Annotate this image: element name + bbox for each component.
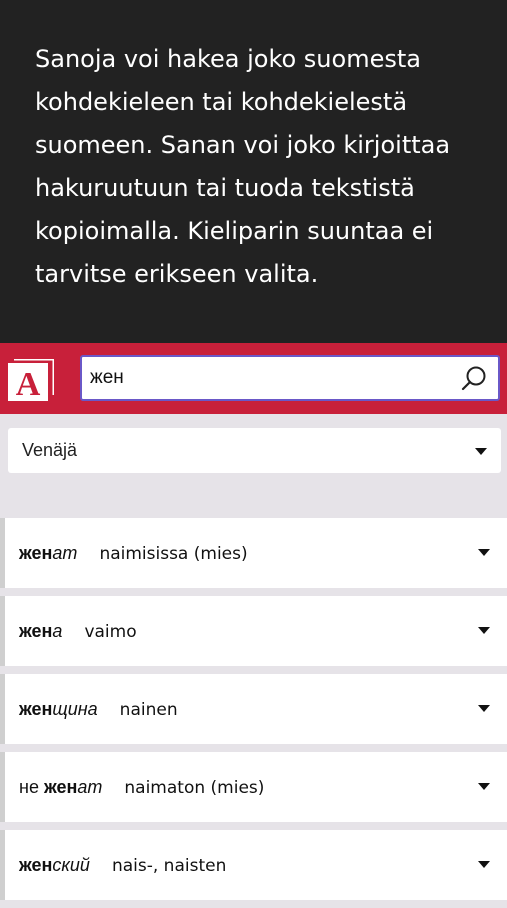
result-translation: naimisissa (mies) (99, 544, 248, 564)
chevron-down-icon (475, 448, 487, 455)
result-term: женский (19, 855, 90, 875)
chevron-down-icon[interactable] (478, 705, 490, 712)
result-translation: nainen (119, 700, 178, 720)
intro-panel: Sanoja voi hakea joko suomesta kohdekiel… (0, 0, 507, 343)
chevron-down-icon[interactable] (478, 549, 490, 556)
language-select[interactable]: Venäjä (8, 428, 501, 473)
dictionary-logo-icon[interactable]: A (8, 357, 56, 403)
result-translation: naimaton (mies) (124, 778, 265, 798)
list-item[interactable]: жена vaimo (0, 596, 507, 666)
list-item[interactable]: женат naimisissa (mies) (0, 518, 507, 588)
result-term: женат (19, 543, 78, 563)
intro-text: Sanoja voi hakea joko suomesta kohdekiel… (35, 45, 451, 288)
search-input[interactable] (90, 357, 450, 399)
search-field[interactable] (80, 355, 500, 401)
search-icon[interactable] (460, 364, 488, 392)
list-item[interactable]: не женат naimaton (mies) (0, 752, 507, 822)
list-item[interactable]: женщина nainen (0, 674, 507, 744)
result-translation: nais-, naisten (111, 856, 227, 876)
chevron-down-icon[interactable] (478, 627, 490, 634)
result-term: не женат (19, 777, 103, 797)
chevron-down-icon[interactable] (478, 783, 490, 790)
result-translation: vaimo (84, 622, 137, 642)
result-term: женщина (19, 699, 98, 719)
results-list: женат naimisissa (mies) жена vaimo женщина… (0, 518, 507, 908)
language-selected-label: Venäjä (22, 440, 78, 460)
list-item[interactable]: женский nais-, naisten (0, 830, 507, 900)
chevron-down-icon[interactable] (478, 861, 490, 868)
result-term: жена (19, 621, 63, 641)
logo-letter: A (16, 366, 41, 401)
search-bar: A (0, 343, 507, 414)
